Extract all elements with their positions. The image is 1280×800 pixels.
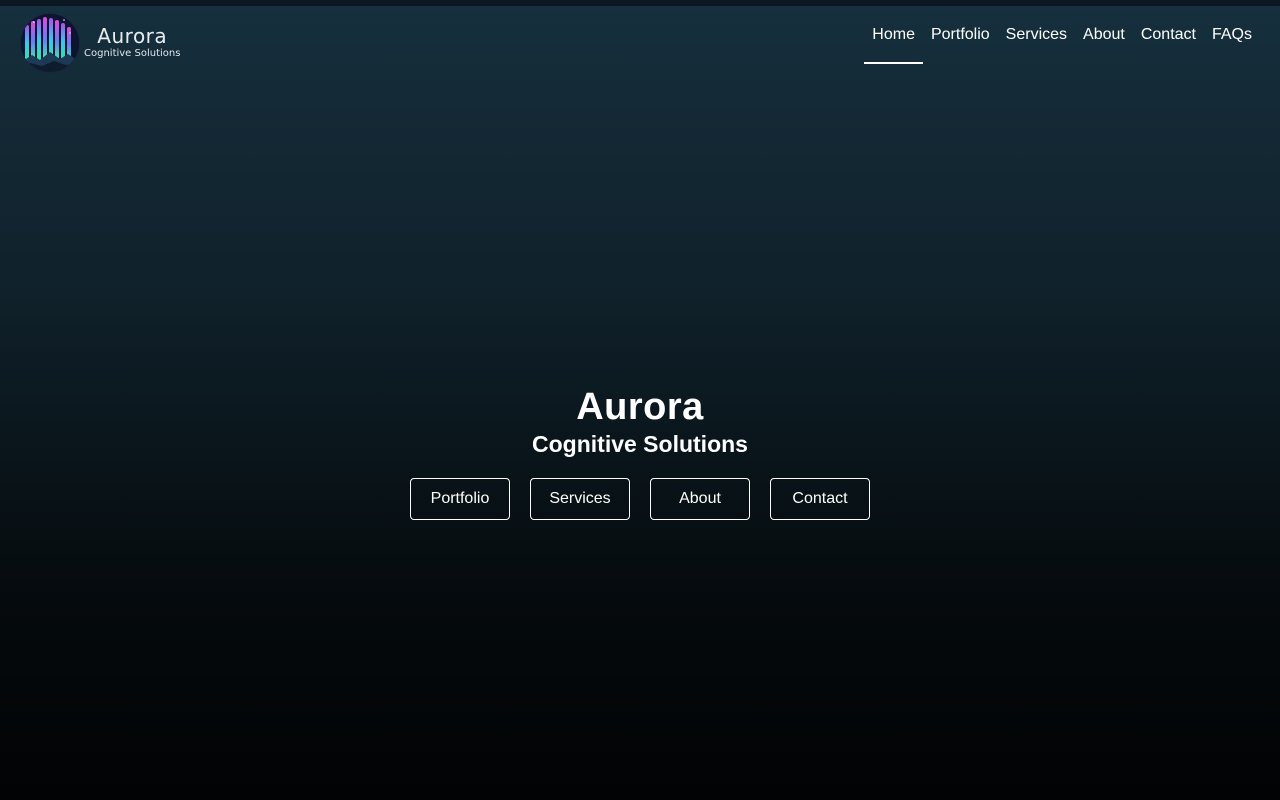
nav-item-about[interactable]: About [1075, 6, 1133, 64]
hero-about-button[interactable]: About [650, 478, 750, 520]
hero-section: Aurora Cognitive Solutions Portfolio Ser… [0, 380, 1280, 520]
hero-subtitle: Cognitive Solutions [532, 431, 748, 457]
hero-title: Aurora [576, 386, 704, 428]
aurora-logo-icon [20, 13, 80, 73]
logo-text: Aurora Cognitive Solutions [84, 25, 180, 61]
hero-portfolio-button[interactable]: Portfolio [410, 478, 510, 520]
hero-contact-button[interactable]: Contact [770, 478, 870, 520]
logo[interactable]: Aurora Cognitive Solutions [20, 12, 190, 74]
hero-services-button[interactable]: Services [530, 478, 630, 520]
nav-item-contact[interactable]: Contact [1133, 6, 1204, 64]
nav-item-portfolio[interactable]: Portfolio [923, 6, 998, 64]
nav-item-faqs[interactable]: FAQs [1204, 6, 1260, 64]
main-nav: Home Portfolio Services About Contact FA… [864, 6, 1260, 64]
nav-item-services[interactable]: Services [998, 6, 1075, 64]
hero-buttons: Portfolio Services About Contact [0, 478, 1280, 520]
logo-name: Aurora [97, 24, 168, 48]
page: Aurora Cognitive Solutions Home Portfoli… [0, 0, 1280, 800]
logo-tagline: Cognitive Solutions [84, 48, 181, 59]
site-header: Aurora Cognitive Solutions Home Portfoli… [0, 6, 1280, 82]
nav-item-home[interactable]: Home [864, 6, 923, 64]
